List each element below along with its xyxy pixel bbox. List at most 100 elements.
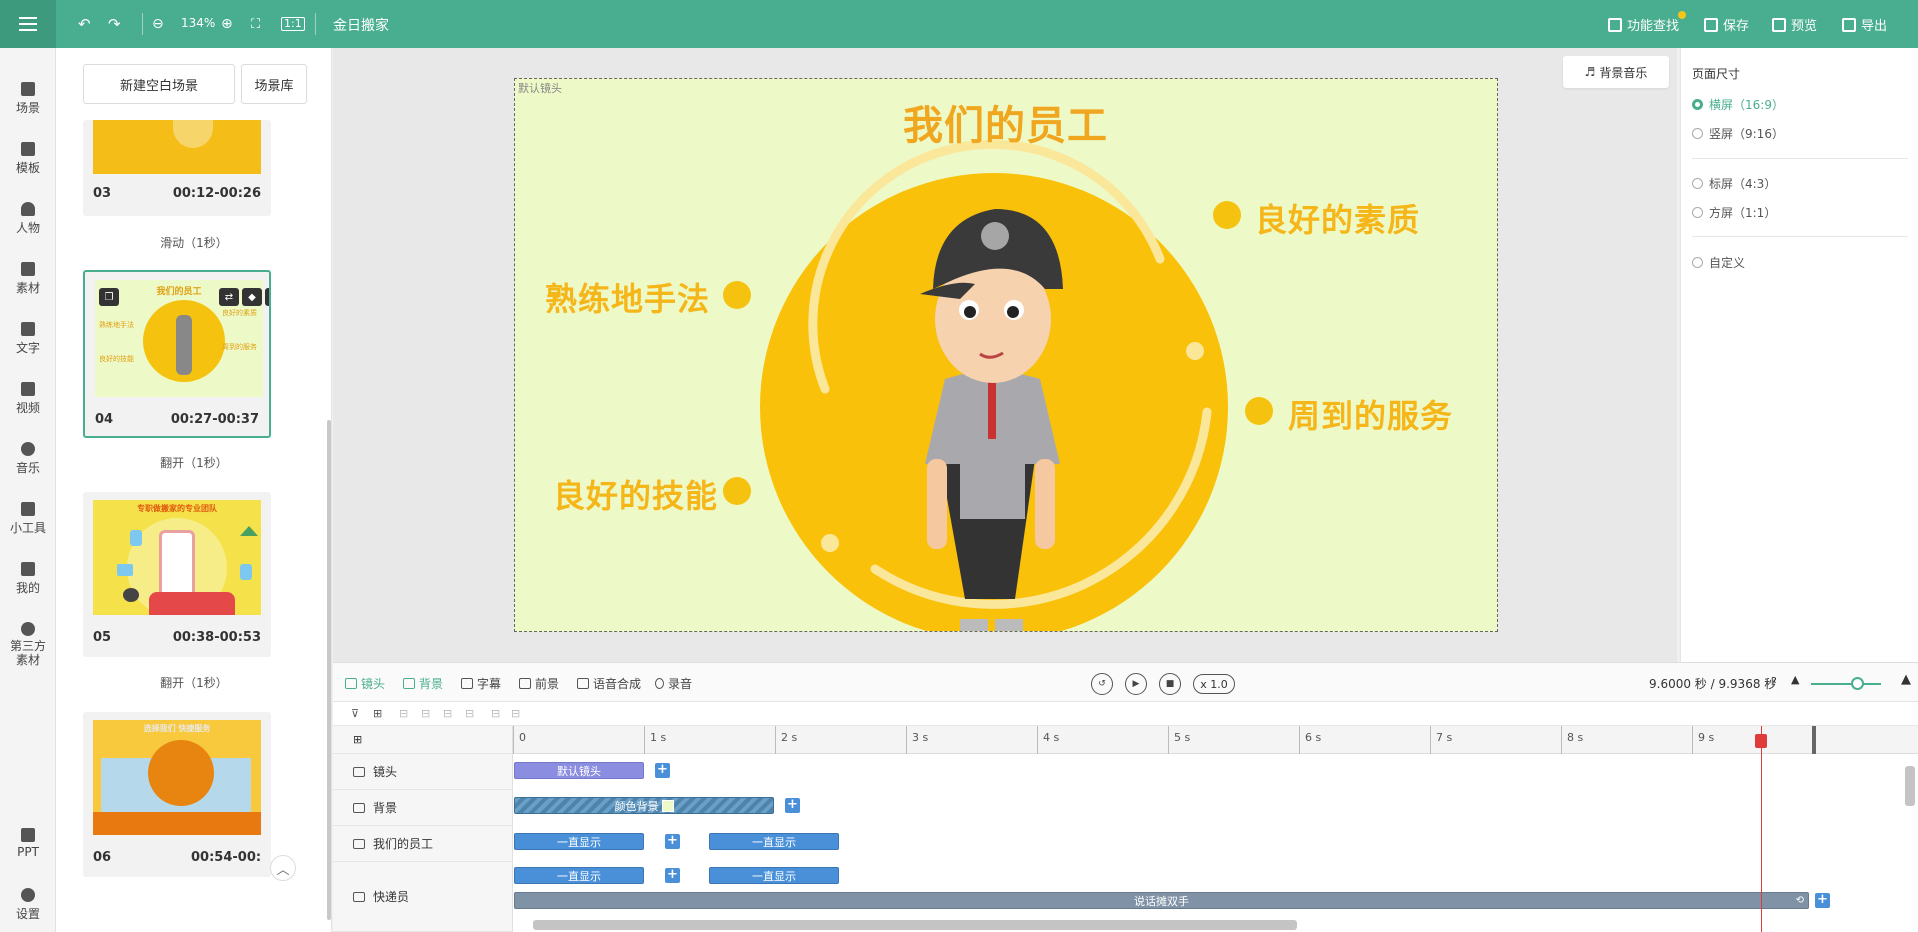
clip-action[interactable]: 说话摊双手 ⟲ (514, 892, 1809, 909)
track-settings-icon[interactable]: ⊞ (353, 733, 362, 746)
clip-label: 颜色背景 (614, 799, 659, 813)
flip-h-icon[interactable]: ⊟ (491, 707, 500, 720)
stage-label[interactable]: 熟练地手法 (545, 274, 710, 320)
scene-card-04[interactable]: 我们的员工 熟练地手法 良好的素质 良好的技能 周到的服务 ❐ ⇄ ◆ ▆ 04… (83, 270, 271, 438)
radio-custom[interactable]: 自定义 (1692, 254, 1745, 271)
distribute-icon[interactable]: ⊟ (465, 707, 474, 720)
preview-button[interactable]: 预览 (1772, 15, 1817, 34)
nav-mine[interactable]: 我的 (0, 562, 56, 596)
align-left-icon[interactable]: ⊟ (399, 707, 408, 720)
stage-canvas[interactable]: 默认镜头 我们的员工 熟练地手法 良好的素质 周到的服务 良好的技能 (514, 78, 1498, 632)
undo-button[interactable]: ↶ (78, 13, 91, 35)
clear-scene-button[interactable]: ◆ (242, 288, 262, 306)
nav-toolbox[interactable]: 小工具 (0, 502, 56, 536)
tab-foreground[interactable]: 前景 (519, 675, 559, 692)
track-courier[interactable]: 快递员 (333, 862, 513, 932)
tab-record[interactable]: 录音 (655, 675, 692, 692)
nav-person[interactable]: 人物 (0, 202, 56, 236)
timeline-hscrollbar[interactable] (533, 920, 1297, 930)
nav-scene[interactable]: 场景 (0, 82, 56, 116)
nav-thirdparty[interactable]: 第三方素材 (0, 622, 56, 667)
timeline-area[interactable]: 0 1 s 2 s 3 s 4 s 5 s 6 s 7 s 8 s 9 s 默认… (513, 726, 1918, 932)
tab-background[interactable]: 背景 (403, 675, 443, 692)
actual-size-button[interactable]: 1:1 (281, 13, 305, 35)
add-clip-button[interactable]: + (665, 868, 680, 883)
add-background-button[interactable]: + (785, 798, 800, 813)
new-blank-scene-button[interactable]: 新建空白场景 (83, 64, 235, 104)
zoom-in-button[interactable]: ⊕ (221, 13, 233, 35)
radio-landscape[interactable]: 横屏（16:9） (1692, 96, 1784, 113)
align-right-icon[interactable]: ⊟ (443, 707, 452, 720)
scene-transition[interactable]: 翻开（1秒） (56, 674, 331, 691)
add-camera-button[interactable]: + (655, 763, 670, 778)
zoom-out-button[interactable]: ⊖ (152, 13, 164, 35)
clip-always-show[interactable]: 一直显示 (709, 867, 839, 884)
loop-icon[interactable]: ⟲ (1796, 895, 1804, 906)
background-music-button[interactable]: ♬ 背景音乐 (1563, 56, 1669, 88)
speed-button[interactable]: x 1.0 (1193, 674, 1235, 694)
add-clip-button[interactable]: + (665, 834, 680, 849)
clip-always-show[interactable]: 一直显示 (514, 867, 644, 884)
zoom-slider-knob[interactable] (1851, 677, 1864, 690)
thumb-icon (130, 530, 142, 546)
add-action-button[interactable]: + (1815, 893, 1830, 908)
align-center-icon[interactable]: ⊟ (421, 707, 430, 720)
copy-scene-button[interactable]: ❐ (99, 288, 119, 306)
scene-library-button[interactable]: 场景库 (241, 64, 307, 104)
clip-color-background[interactable]: 颜色背景 (514, 797, 774, 814)
nav-settings[interactable]: 设置 (0, 888, 56, 922)
tab-tts[interactable]: 语音合成 (577, 675, 641, 692)
fit-screen-button[interactable]: ⛶ (251, 13, 260, 35)
end-marker[interactable] (1812, 726, 1816, 754)
tab-camera[interactable]: 镜头 (345, 675, 385, 692)
radio-square[interactable]: 方屏（1:1） (1692, 204, 1776, 221)
feature-search-button[interactable]: 功能查找 (1608, 15, 1679, 34)
nav-template[interactable]: 模板 (0, 142, 56, 176)
redo-button[interactable]: ↷ (108, 13, 121, 35)
help-icon[interactable]: ? (1771, 675, 1777, 688)
export-button[interactable]: 导出 (1842, 15, 1887, 34)
group-icon[interactable]: ⊞ (373, 707, 382, 720)
scroll-top-button[interactable]: ︿ (270, 855, 296, 881)
radio-standard[interactable]: 标屏（4:3） (1692, 175, 1776, 192)
nav-video[interactable]: 视频 (0, 382, 56, 416)
stage-label[interactable]: 周到的服务 (1288, 391, 1453, 437)
replay-button[interactable]: ↺ (1091, 673, 1113, 695)
scene-card-06[interactable]: 选择我们 快捷服务 06 00:54-00:59 (83, 712, 271, 877)
swap-scene-button[interactable]: ⇄ (219, 288, 239, 306)
clip-default-camera[interactable]: 默认镜头 (514, 762, 644, 779)
scene-card-03[interactable]: 03 00:12-00:26 (83, 120, 271, 216)
track-title-text[interactable]: 我们的员工 (333, 826, 513, 862)
stage-label[interactable]: 良好的技能 (553, 471, 718, 517)
time-ruler[interactable]: 0 1 s 2 s 3 s 4 s 5 s 6 s 7 s 8 s 9 s (513, 726, 1918, 754)
radio-portrait[interactable]: 竖屏（9:16） (1692, 125, 1784, 142)
mountain-large-icon[interactable]: ▲ (1901, 672, 1911, 687)
stage-title[interactable]: 我们的员工 (903, 93, 1108, 151)
nav-ppt[interactable]: PPT (0, 828, 56, 859)
project-title[interactable]: 金日搬家 (333, 15, 389, 35)
zoom-slider[interactable] (1811, 683, 1881, 685)
scene-scrollbar[interactable] (327, 420, 331, 920)
timeline-vscrollbar[interactable] (1905, 766, 1915, 806)
mountain-small-icon[interactable]: ▲ (1791, 673, 1799, 686)
scene-card-05[interactable]: 专职做搬家的专业团队 05 00:38-00:53 (83, 492, 271, 657)
scene-transition[interactable]: 翻开（1秒） (56, 454, 331, 471)
filter-icon[interactable]: ⊽ (351, 707, 359, 720)
delete-scene-button[interactable]: ▆ (265, 288, 269, 306)
stage-label[interactable]: 良好的素质 (1255, 195, 1420, 241)
menu-button[interactable] (0, 0, 56, 48)
save-button[interactable]: 保存 (1704, 15, 1749, 34)
clip-always-show[interactable]: 一直显示 (514, 833, 644, 850)
track-camera[interactable]: 镜头 (333, 754, 513, 790)
playhead-handle[interactable] (1755, 734, 1767, 748)
play-button[interactable]: ▶ (1125, 673, 1147, 695)
tab-subtitle[interactable]: 字幕 (461, 675, 501, 692)
stop-button[interactable]: ■ (1159, 673, 1181, 695)
track-background[interactable]: 背景 (333, 790, 513, 826)
nav-material[interactable]: 素材 (0, 262, 56, 296)
scene-transition[interactable]: 滑动（1秒） (56, 234, 331, 251)
flip-v-icon[interactable]: ⊟ (511, 707, 520, 720)
clip-always-show[interactable]: 一直显示 (709, 833, 839, 850)
nav-music[interactable]: 音乐 (0, 442, 56, 476)
nav-text[interactable]: 文字 (0, 322, 56, 356)
